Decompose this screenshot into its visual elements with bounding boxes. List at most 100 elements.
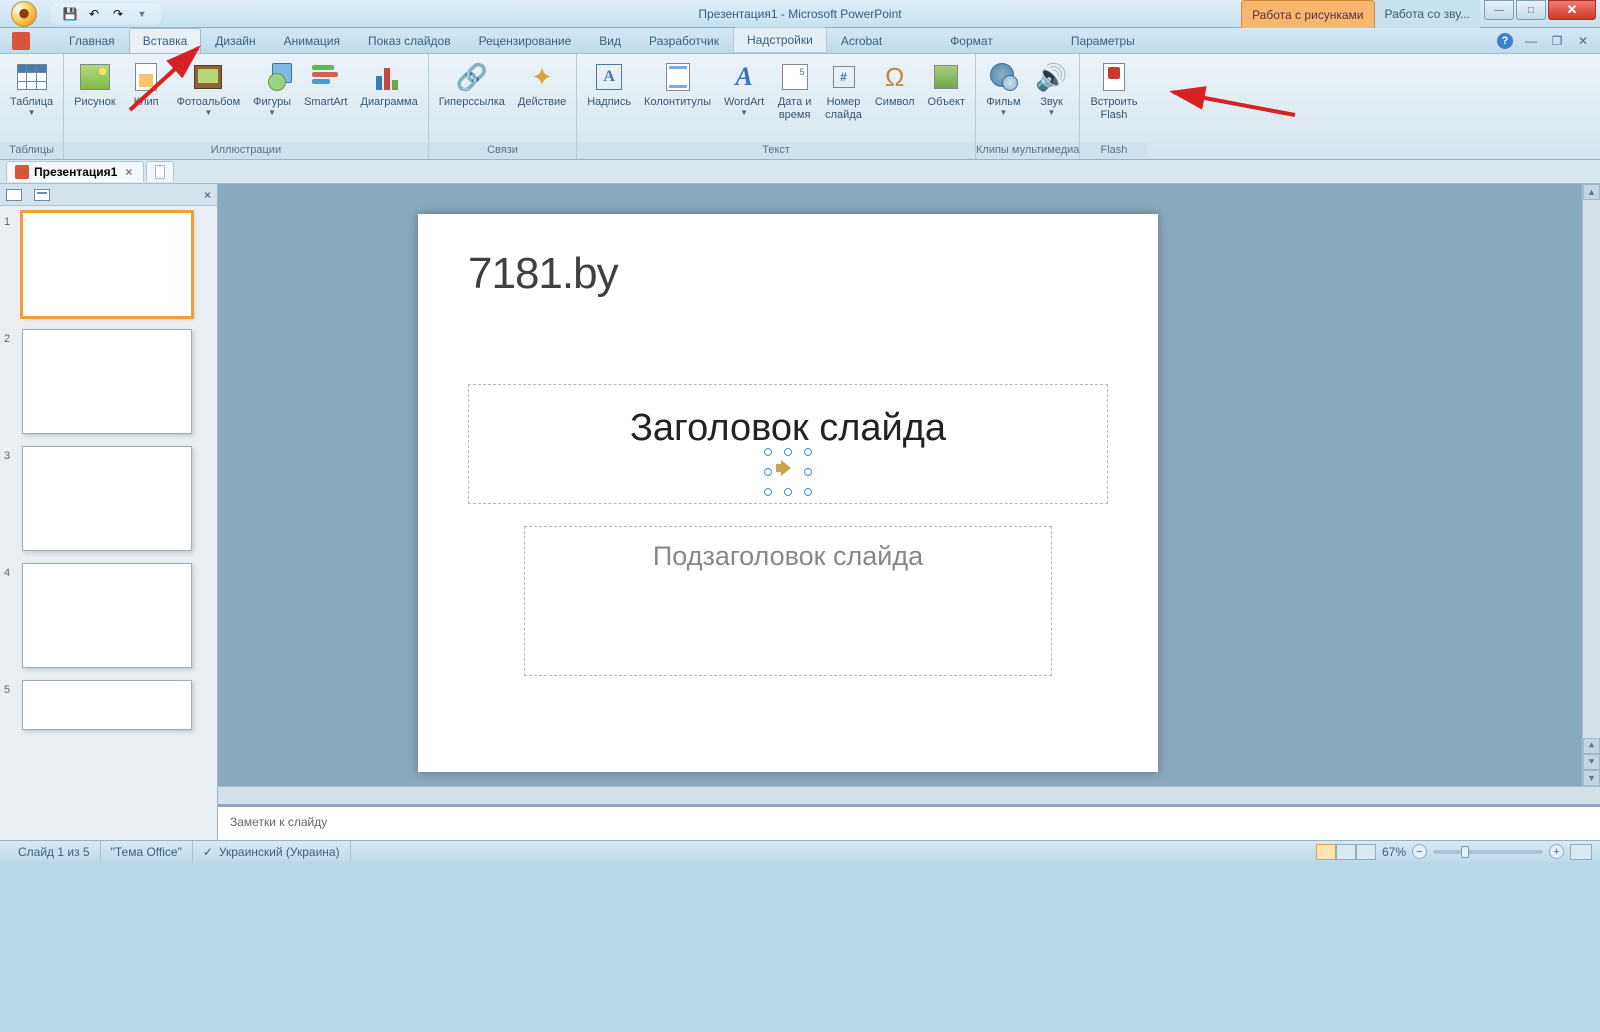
slide[interactable]: 7181.by Заголовок слайда Подзаголовок сл… bbox=[418, 214, 1158, 772]
doc-close-icon[interactable]: ✕ bbox=[1574, 32, 1592, 50]
notes-pane[interactable]: Заметки к слайду bbox=[218, 804, 1600, 840]
ppt-file-icon bbox=[15, 165, 29, 179]
thumb-number: 4 bbox=[4, 563, 16, 579]
slide-thumbnail-4[interactable] bbox=[22, 563, 192, 668]
office-button[interactable]: ⬤ bbox=[3, 0, 45, 28]
tab-home[interactable]: Главная bbox=[55, 28, 129, 53]
thumb-number: 2 bbox=[4, 329, 16, 345]
redo-icon[interactable]: ↷ bbox=[109, 5, 127, 23]
normal-view-button[interactable] bbox=[1316, 844, 1336, 860]
slide-thumbnail-1[interactable] bbox=[22, 212, 192, 317]
smartart-button[interactable]: SmartArt bbox=[299, 57, 352, 112]
document-tab-label: Презентация1 bbox=[34, 165, 117, 179]
action-button[interactable]: ✦Действие bbox=[513, 57, 571, 112]
group-tables: Таблица▼ Таблицы bbox=[0, 54, 64, 159]
next-slide-icon[interactable]: ⯆ bbox=[1583, 754, 1600, 770]
title-placeholder[interactable]: Заголовок слайда bbox=[468, 384, 1108, 504]
wordart-button[interactable]: AWordArt▼ bbox=[719, 57, 769, 120]
tab-animation[interactable]: Анимация bbox=[270, 28, 354, 53]
scroll-down-icon[interactable]: ▼ bbox=[1583, 770, 1600, 786]
sound-object[interactable] bbox=[774, 458, 802, 486]
thumb-number: 3 bbox=[4, 446, 16, 462]
tab-developer[interactable]: Разработчик bbox=[635, 28, 733, 53]
tab-slideshow[interactable]: Показ слайдов bbox=[354, 28, 465, 53]
document-tab[interactable]: Презентация1 × bbox=[6, 161, 144, 182]
tab-review[interactable]: Рецензирование bbox=[465, 28, 586, 53]
status-bar: Слайд 1 из 5 "Тема Office" ✓ Украинский … bbox=[0, 840, 1600, 862]
headerfooter-button[interactable]: Колонтитулы bbox=[639, 57, 716, 112]
annotation-arrow-1 bbox=[120, 40, 220, 120]
status-theme: "Тема Office" bbox=[101, 841, 193, 862]
group-label-links: Связи bbox=[429, 142, 577, 159]
context-tab-sound[interactable]: Работа со зву... bbox=[1375, 0, 1481, 28]
horizontal-scrollbar[interactable] bbox=[218, 786, 1600, 804]
thumbnails-list: 1 2 3 4 5 bbox=[0, 206, 217, 840]
tab-acrobat[interactable]: Acrobat bbox=[827, 28, 896, 53]
view-buttons bbox=[1316, 844, 1376, 860]
slideshow-view-button[interactable] bbox=[1356, 844, 1376, 860]
textbox-button[interactable]: AНадпись bbox=[582, 57, 636, 112]
new-document-tab[interactable] bbox=[146, 161, 174, 182]
context-tab-pictures[interactable]: Работа с рисунками bbox=[1241, 0, 1374, 28]
hyperlink-button[interactable]: 🔗Гиперссылка bbox=[434, 57, 510, 112]
table-button[interactable]: Таблица▼ bbox=[5, 57, 58, 120]
slidenumber-button[interactable]: #Номер слайда bbox=[820, 57, 867, 124]
close-button[interactable]: ✕ bbox=[1548, 0, 1596, 20]
group-text: AНадпись Колонтитулы AWordArt▼ 5Дата и в… bbox=[577, 54, 976, 159]
embed-flash-button[interactable]: Встроить Flash bbox=[1085, 57, 1142, 124]
subtitle-placeholder-text: Подзаголовок слайда bbox=[653, 541, 923, 572]
spellcheck-icon: ✓ bbox=[203, 845, 213, 859]
annotation-arrow-2 bbox=[1155, 80, 1305, 130]
status-language[interactable]: ✓ Украинский (Украина) bbox=[193, 841, 351, 862]
movie-button[interactable]: Фильм▼ bbox=[981, 57, 1026, 120]
chart-button[interactable]: Диаграмма bbox=[356, 57, 423, 112]
fit-to-window-button[interactable] bbox=[1570, 844, 1592, 860]
minimize-button[interactable]: — bbox=[1484, 0, 1514, 20]
object-button[interactable]: Объект bbox=[923, 57, 970, 112]
maximize-button[interactable]: □ bbox=[1516, 0, 1546, 20]
outline-view-icon[interactable] bbox=[34, 189, 50, 201]
zoom-slider[interactable] bbox=[1433, 850, 1543, 854]
vertical-scrollbar[interactable]: ▲ ⯅ ⯆ ▼ bbox=[1582, 184, 1600, 786]
help-icon[interactable]: ? bbox=[1496, 32, 1514, 50]
ribbon-minimize-icon[interactable]: — bbox=[1522, 32, 1540, 50]
doc-restore-icon[interactable]: ❐ bbox=[1548, 32, 1566, 50]
group-label-text: Текст bbox=[577, 142, 975, 159]
shapes-button[interactable]: Фигуры▼ bbox=[248, 57, 296, 120]
subtitle-placeholder[interactable]: Подзаголовок слайда bbox=[524, 526, 1052, 676]
group-illustrations: Рисунок Клип Фотоальбом▼ Фигуры▼ SmartAr… bbox=[64, 54, 429, 159]
ribbon-tab-strip: Главная Вставка Дизайн Анимация Показ сл… bbox=[0, 28, 1600, 54]
symbol-button[interactable]: ΩСимвол bbox=[870, 57, 920, 112]
undo-icon[interactable]: ↶ bbox=[85, 5, 103, 23]
sorter-view-button[interactable] bbox=[1336, 844, 1356, 860]
document-tab-close-icon[interactable]: × bbox=[122, 165, 135, 179]
slide-thumbnail-2[interactable] bbox=[22, 329, 192, 434]
picture-button[interactable]: Рисунок bbox=[69, 57, 121, 112]
main-area: × 1 2 3 4 5 7181.by Заголовок слайда bbox=[0, 184, 1600, 840]
zoom-out-button[interactable]: − bbox=[1412, 844, 1427, 859]
zoom-percent[interactable]: 67% bbox=[1382, 845, 1406, 859]
slide-canvas-area[interactable]: 7181.by Заголовок слайда Подзаголовок сл… bbox=[218, 184, 1600, 786]
window-title: Презентация1 - Microsoft PowerPoint bbox=[698, 7, 901, 21]
acrobat-qat-icon[interactable] bbox=[12, 32, 30, 50]
tab-parameters[interactable]: Параметры bbox=[1057, 28, 1149, 53]
thumb-number: 5 bbox=[4, 680, 16, 696]
prev-slide-icon[interactable]: ⯅ bbox=[1583, 738, 1600, 754]
tab-addins[interactable]: Надстройки bbox=[733, 27, 827, 53]
slides-view-icon[interactable] bbox=[6, 189, 22, 201]
tab-format[interactable]: Формат bbox=[936, 28, 1007, 53]
datetime-button[interactable]: 5Дата и время bbox=[772, 57, 817, 124]
slide-thumbnail-panel: × 1 2 3 4 5 bbox=[0, 184, 218, 840]
panel-close-icon[interactable]: × bbox=[204, 188, 211, 202]
slide-thumbnail-5[interactable] bbox=[22, 680, 192, 730]
sound-button[interactable]: 🔊Звук▼ bbox=[1029, 57, 1074, 120]
qat-dropdown-icon[interactable]: ▼ bbox=[133, 5, 151, 23]
notes-placeholder-text: Заметки к слайду bbox=[230, 815, 327, 829]
slide-thumbnail-3[interactable] bbox=[22, 446, 192, 551]
scroll-up-icon[interactable]: ▲ bbox=[1583, 184, 1600, 200]
tab-view[interactable]: Вид bbox=[585, 28, 635, 53]
group-links: 🔗Гиперссылка ✦Действие Связи bbox=[429, 54, 578, 159]
zoom-in-button[interactable]: + bbox=[1549, 844, 1564, 859]
save-icon[interactable]: 💾 bbox=[61, 5, 79, 23]
document-tab-bar: Презентация1 × bbox=[0, 160, 1600, 184]
